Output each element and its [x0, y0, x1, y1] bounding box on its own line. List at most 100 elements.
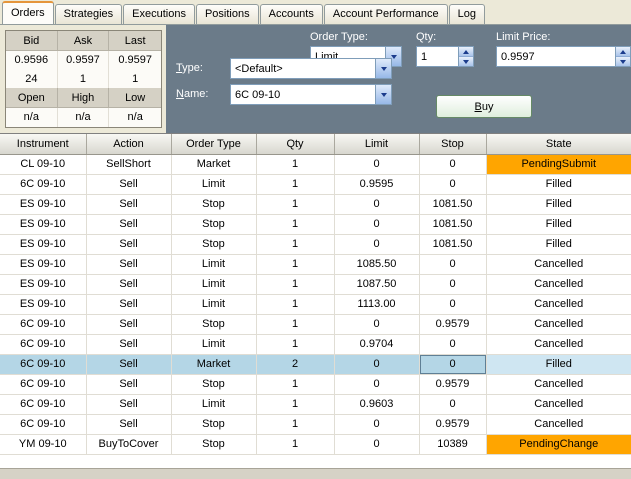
cell-stop: 0	[419, 394, 487, 415]
low-value: n/a	[109, 108, 161, 127]
cell-action: BuyToCover	[86, 434, 172, 455]
cell-instrument: CL 09-10	[0, 154, 87, 175]
column-header-state[interactable]: State	[486, 134, 631, 155]
cell-qty: 1	[256, 374, 335, 395]
cell-qty: 1	[256, 314, 335, 335]
cell-qty: 1	[256, 154, 335, 175]
column-header-limit[interactable]: Limit	[334, 134, 420, 155]
cell-instrument: ES 09-10	[0, 194, 87, 215]
column-header-stop[interactable]: Stop	[419, 134, 487, 155]
table-row[interactable]: ES 09-10 Sell Stop 1 0 1081.50 Filled	[0, 194, 631, 215]
column-header-action[interactable]: Action	[86, 134, 172, 155]
cell-qty: 1	[256, 434, 335, 455]
cell-order-type: Limit	[171, 394, 257, 415]
limit-price-label: Limit Price:	[496, 31, 551, 43]
cell-stop: 0	[419, 254, 487, 275]
spin-up-icon[interactable]	[616, 47, 630, 57]
cell-action: Sell	[86, 374, 172, 395]
column-header-qty[interactable]: Qty	[256, 134, 335, 155]
bid-header: Bid	[6, 31, 58, 51]
cell-state: Filled	[486, 354, 631, 375]
cell-state: Cancelled	[486, 254, 631, 275]
bid-price-value: 0.9596	[6, 51, 58, 70]
limit-price-stepper[interactable]: 0.9597	[496, 46, 631, 67]
cell-state: Cancelled	[486, 294, 631, 315]
cell-stop: 10389	[419, 434, 487, 455]
table-row[interactable]: 6C 09-10 Sell Stop 1 0 0.9579 Cancelled	[0, 414, 631, 435]
table-row[interactable]: 6C 09-10 Sell Limit 1 0.9704 0 Cancelled	[0, 334, 631, 355]
tab-account-performance[interactable]: Account Performance	[323, 4, 448, 24]
table-row[interactable]: 6C 09-10 Sell Limit 1 0.9595 0 Filled	[0, 174, 631, 195]
cell-stop: 0	[419, 294, 487, 315]
open-header: Open	[6, 88, 58, 108]
table-row[interactable]: ES 09-10 Sell Limit 1 1087.50 0 Cancelled	[0, 274, 631, 295]
table-row[interactable]: ES 09-10 Sell Stop 1 0 1081.50 Filled	[0, 234, 631, 255]
tab-executions[interactable]: Executions	[123, 4, 195, 24]
spin-down-icon[interactable]	[616, 57, 630, 66]
tab-positions[interactable]: Positions	[195, 4, 259, 24]
type-label: Type:	[176, 62, 203, 74]
spin-up-icon[interactable]	[459, 47, 473, 57]
cell-stop: 1081.50	[419, 234, 487, 255]
tab-bar: Orders Strategies Executions Positions A…	[0, 0, 631, 24]
cell-stop: 0	[419, 334, 487, 355]
last-price-value: 0.9597	[109, 51, 161, 70]
cell-instrument: 6C 09-10	[0, 394, 87, 415]
spin-down-icon[interactable]	[459, 57, 473, 66]
cell-order-type: Stop	[171, 414, 257, 435]
cell-order-type: Stop	[171, 374, 257, 395]
buy-button[interactable]: Buy	[436, 95, 532, 118]
cell-instrument: ES 09-10	[0, 274, 87, 295]
type-select[interactable]: <Default>	[230, 58, 392, 79]
order-entry-panel: Order Type: Limit Qty: 1 Limit Price: 0.…	[166, 25, 631, 133]
name-value: 6C 09-10	[235, 88, 281, 101]
cell-instrument: 6C 09-10	[0, 354, 87, 375]
ask-header: Ask	[57, 31, 110, 51]
cell-action: Sell	[86, 394, 172, 415]
cell-stop: 0.9579	[419, 314, 487, 335]
cell-instrument: ES 09-10	[0, 234, 87, 255]
cell-qty: 1	[256, 174, 335, 195]
cell-instrument: 6C 09-10	[0, 334, 87, 355]
tab-accounts[interactable]: Accounts	[259, 4, 323, 24]
cell-limit: 0	[334, 414, 420, 435]
cell-state: Filled	[486, 234, 631, 255]
cell-limit: 1113.00	[334, 294, 420, 315]
table-row[interactable]: ES 09-10 Sell Limit 1 1113.00 0 Cancelled	[0, 294, 631, 315]
cell-instrument: ES 09-10	[0, 254, 87, 275]
cell-qty: 1	[256, 274, 335, 295]
order-type-label: Order Type:	[310, 31, 368, 43]
last-size-value: 1	[109, 70, 161, 88]
cell-stop: 0	[419, 174, 487, 195]
table-row[interactable]: ES 09-10 Sell Stop 1 0 1081.50 Filled	[0, 214, 631, 235]
name-select[interactable]: 6C 09-10	[230, 84, 392, 105]
bottom-strip	[0, 468, 631, 479]
tab-orders[interactable]: Orders	[2, 1, 54, 24]
cell-order-type: Market	[171, 154, 257, 175]
table-row[interactable]: 6C 09-10 Sell Stop 1 0 0.9579 Cancelled	[0, 374, 631, 395]
tab-log[interactable]: Log	[448, 4, 485, 24]
tab-strategies[interactable]: Strategies	[54, 4, 123, 24]
cell-qty: 1	[256, 414, 335, 435]
cell-qty: 1	[256, 234, 335, 255]
low-header: Low	[109, 88, 161, 108]
table-row[interactable]: ES 09-10 Sell Limit 1 1085.50 0 Cancelled	[0, 254, 631, 275]
column-header-instrument[interactable]: Instrument	[0, 134, 87, 155]
cell-limit: 1087.50	[334, 274, 420, 295]
cell-order-type: Limit	[171, 254, 257, 275]
cell-instrument: 6C 09-10	[0, 414, 87, 435]
cell-order-type: Stop	[171, 214, 257, 235]
orders-grid: Instrument Action Order Type Qty Limit S…	[0, 133, 631, 468]
table-row[interactable]: 6C 09-10 Sell Market 2 0 0 Filled	[0, 354, 631, 375]
table-row[interactable]: 6C 09-10 Sell Stop 1 0 0.9579 Cancelled	[0, 314, 631, 335]
cell-action: Sell	[86, 254, 172, 275]
table-row[interactable]: YM 09-10 BuyToCover Stop 1 0 10389 PendingChan…	[0, 434, 631, 455]
chevron-down-icon	[375, 85, 391, 104]
qty-stepper[interactable]: 1	[416, 46, 474, 67]
table-row[interactable]: CL 09-10 SellShort Market 1 0 0 PendingSubmit	[0, 154, 631, 175]
table-row[interactable]: 6C 09-10 Sell Limit 1 0.9603 0 Cancelled	[0, 394, 631, 415]
limit-price-value: 0.9597	[501, 50, 535, 63]
column-header-order-type[interactable]: Order Type	[171, 134, 257, 155]
cell-order-type: Stop	[171, 434, 257, 455]
cell-action: Sell	[86, 294, 172, 315]
